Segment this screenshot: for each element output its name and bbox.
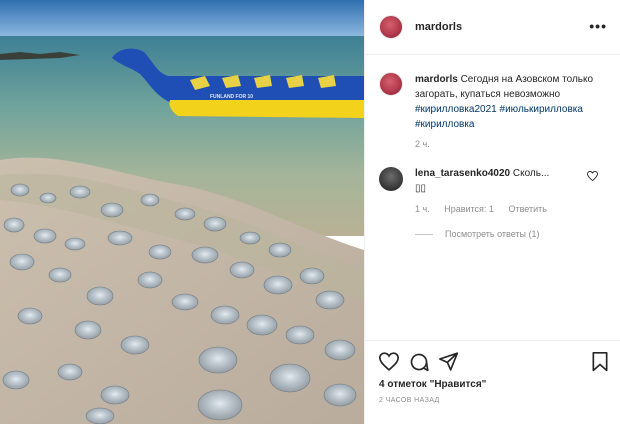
- view-replies-button[interactable]: Посмотреть ответы (1): [415, 229, 540, 239]
- post-photo[interactable]: FUNLAND FOR 10: [0, 0, 364, 424]
- commenter-avatar[interactable]: [379, 167, 403, 191]
- comment-author[interactable]: lena_tarasenko4020: [415, 168, 510, 179]
- posted-ago[interactable]: 2 ЧАСОВ НАЗАД: [379, 397, 440, 404]
- author-username[interactable]: mardorls: [415, 21, 462, 33]
- comment-like-count[interactable]: Нравится: 1: [444, 204, 494, 214]
- comment: lena_tarasenko4020 Сколь... ▯▯: [415, 166, 565, 196]
- bookmark-icon[interactable]: [591, 352, 609, 372]
- comment-icon[interactable]: [409, 352, 429, 372]
- comment-reply-button[interactable]: Ответить: [508, 204, 546, 214]
- share-icon[interactable]: [439, 352, 459, 371]
- post-actions: 4 отметок "Нравится" 2 ЧАСОВ НАЗАД: [365, 340, 620, 424]
- comment-time[interactable]: 1 ч.: [415, 204, 430, 214]
- caption-author-avatar[interactable]: [379, 72, 403, 96]
- caption-time[interactable]: 2 ч.: [415, 139, 430, 149]
- post-header: mardorls •••: [365, 0, 620, 55]
- heart-icon[interactable]: [379, 352, 399, 371]
- likes-count[interactable]: 4 отметок "Нравится": [379, 379, 486, 390]
- comment-like-heart-icon[interactable]: [587, 171, 598, 181]
- more-horizontal-icon[interactable]: •••: [589, 19, 607, 33]
- hashtag-link[interactable]: #кирилловка: [415, 119, 474, 130]
- hashtag-link[interactable]: #кирилловка2021: [415, 104, 497, 115]
- beach-jellyfish-photo: FUNLAND FOR 10: [0, 0, 364, 424]
- author-avatar[interactable]: [379, 15, 403, 39]
- post-caption: mardorls Сегодня на Азовском только заго…: [415, 72, 611, 132]
- svg-text:FUNLAND FOR 10: FUNLAND FOR 10: [210, 94, 253, 100]
- comment-text: Сколь...: [512, 168, 550, 179]
- hashtag-link[interactable]: #июлькирилловка: [500, 104, 583, 115]
- post-side-panel: mardorls ••• mardorls Сегодня на Азовско…: [364, 0, 620, 424]
- view-replies-label: Посмотреть ответы (1): [445, 229, 540, 239]
- replies-divider: [415, 234, 433, 236]
- caption-author[interactable]: mardorls: [415, 74, 458, 85]
- comment-meta: 1 ч. Нравится: 1 Ответить: [415, 204, 559, 214]
- comment-emoji: ▯▯: [415, 183, 427, 194]
